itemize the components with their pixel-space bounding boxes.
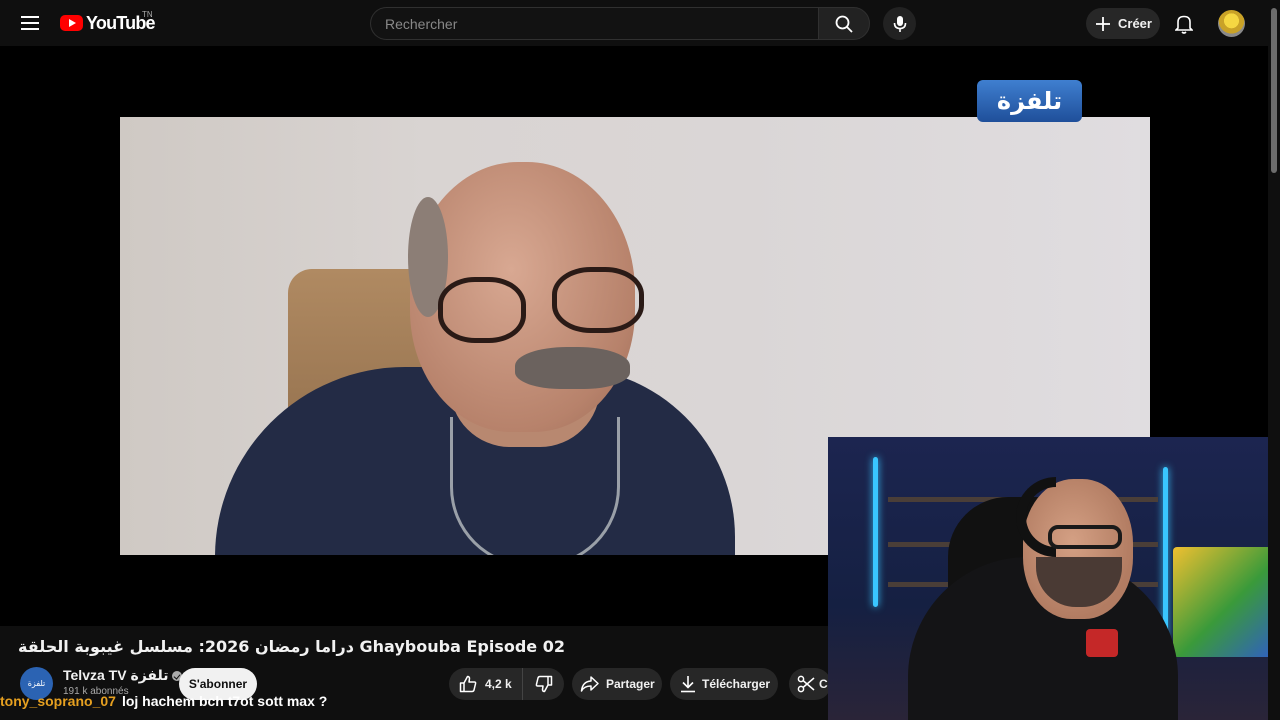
- account-avatar[interactable]: [1218, 10, 1245, 37]
- search-bar: [370, 7, 870, 40]
- chat-message-overlay: tony_soprano_07 loj hachem bch t7ot sott …: [0, 693, 327, 711]
- share-label: Partager: [606, 677, 655, 691]
- clip-button[interactable]: C: [789, 668, 831, 700]
- thumbs-up-icon: [459, 675, 477, 693]
- menu-icon: [21, 16, 39, 30]
- scissors-icon: [797, 675, 815, 693]
- download-label: Télécharger: [702, 677, 771, 691]
- like-button[interactable]: 4,2 k: [449, 668, 523, 700]
- webcam-hoodie-logo: [1086, 629, 1118, 657]
- channel-watermark-logo: تلفزة: [977, 80, 1082, 122]
- top-bar: YouTube TN Créer: [0, 0, 1280, 46]
- search-button[interactable]: [818, 7, 870, 40]
- webcam-led-strip: [873, 457, 878, 607]
- youtube-play-icon: [60, 15, 83, 31]
- video-stethoscope: [450, 417, 620, 555]
- download-icon: [681, 676, 695, 693]
- microphone-icon: [893, 15, 906, 32]
- video-title: دراما رمضان 2026: مسلسل غيبوبة الحلقة Gh…: [18, 637, 565, 656]
- clip-label: C: [819, 677, 828, 691]
- search-icon: [835, 15, 853, 33]
- video-glasses-left: [438, 277, 526, 343]
- like-dislike-group: 4,2 k: [449, 668, 564, 700]
- webcam-glasses: [1048, 525, 1122, 549]
- notifications-button[interactable]: [1168, 8, 1199, 39]
- voice-search-button[interactable]: [883, 7, 916, 40]
- share-button[interactable]: Partager: [572, 668, 662, 700]
- video-person-mustache: [515, 347, 630, 389]
- dislike-button[interactable]: [523, 668, 564, 700]
- video-glasses-right: [552, 267, 644, 333]
- bell-icon: [1174, 15, 1193, 34]
- region-code: TN: [142, 10, 153, 19]
- create-button[interactable]: Créer: [1086, 8, 1160, 39]
- webcam-led-strip: [1163, 467, 1168, 637]
- thumbs-down-icon: [535, 675, 552, 693]
- download-button[interactable]: Télécharger: [670, 668, 778, 700]
- hamburger-menu-button[interactable]: [14, 7, 46, 39]
- share-icon: [580, 676, 599, 692]
- channel-name: Telvza TV تلفزة: [63, 667, 169, 683]
- like-count: 4,2 k: [485, 677, 512, 691]
- chat-username: tony_soprano_07: [0, 693, 116, 709]
- channel-name-link[interactable]: Telvza TV تلفزة: [63, 667, 183, 684]
- plus-icon: [1096, 16, 1110, 31]
- search-input[interactable]: [370, 7, 818, 40]
- create-label: Créer: [1118, 16, 1152, 31]
- webcam-poster: [1173, 547, 1273, 657]
- youtube-logo[interactable]: YouTube TN: [60, 10, 156, 34]
- streamer-webcam-overlay: [828, 437, 1280, 720]
- scrollbar-thumb[interactable]: [1271, 8, 1277, 173]
- page-scrollbar[interactable]: [1268, 0, 1280, 720]
- chat-text: loj hachem bch t7ot sott max ?: [121, 693, 328, 709]
